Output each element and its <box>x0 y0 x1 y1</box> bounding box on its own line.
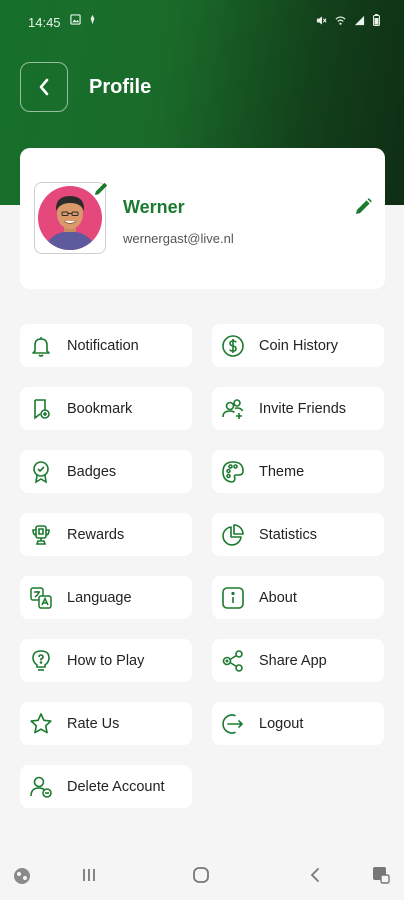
menu-label: Share App <box>259 652 327 669</box>
menu-logout[interactable]: Logout <box>212 702 384 745</box>
menu-coin-history[interactable]: Coin History <box>212 324 384 367</box>
system-back-button[interactable] <box>306 866 324 884</box>
battery-icon <box>373 14 380 26</box>
back-button[interactable] <box>20 62 68 112</box>
back-arrow-icon <box>310 868 319 882</box>
bookmark-icon <box>29 397 53 421</box>
assistant-icon <box>14 868 30 884</box>
home-button[interactable] <box>192 866 210 884</box>
menu-label: How to Play <box>67 652 145 669</box>
user-delete-icon <box>29 775 53 799</box>
bell-icon <box>29 334 53 358</box>
status-bar: 14:45 <box>0 0 404 44</box>
star-icon <box>29 712 53 736</box>
menu-label: Rewards <box>67 526 125 543</box>
menu-label: Statistics <box>259 526 318 543</box>
menu-label: Delete Account <box>67 778 165 795</box>
menu-delete-account[interactable]: Delete Account <box>20 765 192 808</box>
avatar-edit-icon[interactable] <box>92 180 110 198</box>
status-time: 14:45 <box>28 15 61 30</box>
user-name: Werner <box>123 197 185 217</box>
menu-statistics[interactable]: Statistics <box>212 513 384 556</box>
menu-label: Badges <box>67 463 117 480</box>
assistant-button[interactable] <box>12 866 32 886</box>
page-title: Profile <box>89 76 152 98</box>
recents-icon <box>83 869 95 881</box>
wifi-icon <box>335 15 346 25</box>
menu-label: Coin History <box>259 337 338 354</box>
invite-friends-icon <box>221 397 245 421</box>
mute-icon <box>316 15 327 25</box>
system-nav-bar <box>0 852 404 900</box>
menu-theme[interactable]: Theme <box>212 450 384 493</box>
menu-language[interactable]: Language <box>20 576 192 619</box>
menu-label: Logout <box>259 715 304 732</box>
menu-label: Theme <box>259 463 305 480</box>
menu-label: Rate Us <box>67 715 120 732</box>
edit-profile-button[interactable] <box>353 197 373 217</box>
chevron-left-icon <box>39 78 49 96</box>
status-icons-right <box>316 14 380 26</box>
reward-icon <box>29 523 53 547</box>
gallery-notification-icon <box>70 14 81 25</box>
profile-card: Werner wernergast@live.nl <box>20 148 385 289</box>
menu-about[interactable]: About <box>212 576 384 619</box>
pie-chart-icon <box>221 523 245 547</box>
keyboard-switch-button[interactable] <box>372 866 390 884</box>
keyboard-switch-icon <box>373 867 390 884</box>
logout-icon <box>221 712 245 736</box>
status-icons-left <box>70 14 98 25</box>
signal-icon <box>354 15 365 25</box>
menu-bookmark[interactable]: Bookmark <box>20 387 192 430</box>
menu-invite-friends[interactable]: Invite Friends <box>212 387 384 430</box>
menu-label: Invite Friends <box>259 400 347 417</box>
home-icon <box>193 867 209 883</box>
menu-badges[interactable]: Badges <box>20 450 192 493</box>
menu-label: Bookmark <box>67 400 133 417</box>
menu-label: Notification <box>67 337 139 354</box>
lightbulb-question-icon <box>29 649 53 673</box>
recents-button[interactable] <box>80 866 98 884</box>
coin-icon <box>221 334 245 358</box>
menu-share-app[interactable]: Share App <box>212 639 384 682</box>
user-email: wernergast@live.nl <box>123 231 234 246</box>
badge-icon <box>29 460 53 484</box>
info-icon <box>221 586 245 610</box>
menu-notification[interactable]: Notification <box>20 324 192 367</box>
menu-rate-us[interactable]: Rate Us <box>20 702 192 745</box>
menu-label: Language <box>67 589 132 606</box>
language-icon <box>29 586 53 610</box>
menu-label: About <box>259 589 297 606</box>
menu-how-to-play[interactable]: How to Play <box>20 639 192 682</box>
share-icon <box>221 649 245 673</box>
menu-rewards[interactable]: Rewards <box>20 513 192 556</box>
palette-icon <box>221 460 245 484</box>
app-notification-icon <box>90 14 95 25</box>
